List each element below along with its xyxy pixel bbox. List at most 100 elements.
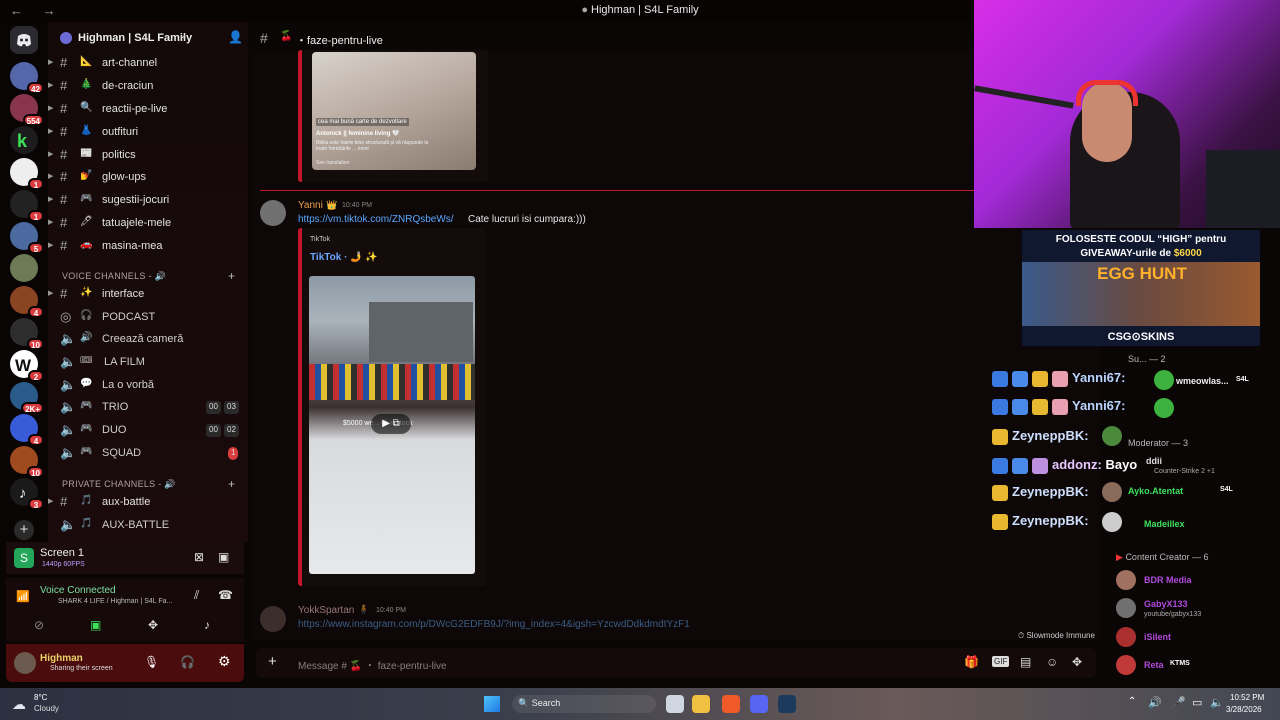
channel-de-craciun[interactable]: ▶ # 🎄 de-craciun — [48, 76, 248, 98]
server-icon[interactable]: 10 — [10, 446, 44, 478]
channel-sugestii-jocuri[interactable]: ▶ # 🎮 sugestii-jocuri — [48, 190, 248, 212]
weather-desc[interactable]: Cloudy — [34, 704, 59, 713]
channel-squad[interactable]: 🔈 🎮 SQUAD 1 — [48, 443, 248, 465]
message-composer[interactable]: + Message # 🍒 ・ faze-pentru-live 🎁 GIF ▤… — [256, 648, 1096, 678]
embed-title[interactable]: TikTok · 🤳 ✨ — [310, 252, 378, 263]
mic-tray-icon[interactable]: 🎤 — [1172, 696, 1186, 709]
file-explorer-icon[interactable] — [692, 695, 710, 713]
channel-politics[interactable]: ▶ # 📰 politics — [48, 145, 248, 167]
message-author[interactable]: YokkSpartan — [298, 605, 354, 616]
stop-stream-icon[interactable]: ⊠ — [194, 550, 204, 564]
microphone-icon[interactable]: 🎙 — [144, 655, 159, 669]
server-icon[interactable]: 5 — [10, 222, 44, 254]
server-icon[interactable] — [10, 254, 38, 282]
voice-status[interactable]: Voice Connected — [40, 585, 116, 596]
message-link[interactable]: https://vm.tiktok.com/ZNRQsbeWs/ — [298, 214, 454, 225]
server-icon[interactable]: W2 — [10, 350, 44, 382]
avatar[interactable] — [1102, 426, 1122, 446]
clock-time[interactable]: 10:52 PM — [1230, 693, 1264, 702]
category-voice-channels[interactable]: VOICE CHANNELS - 🔊 + — [62, 269, 235, 283]
member-name[interactable]: Ayko.Atentat — [1128, 486, 1183, 496]
channel-outfituri[interactable]: ▶ # 👗 outfituri — [48, 122, 248, 144]
play-icon[interactable]: ▶ ⧉ — [371, 414, 411, 434]
avatar[interactable] — [1116, 627, 1136, 647]
message-author[interactable]: Yanni — [298, 200, 323, 211]
server-icon[interactable]: 4 — [10, 286, 44, 318]
soundboard-icon[interactable]: ♪ — [204, 618, 210, 632]
noise-suppression-icon[interactable]: ⫽ — [194, 588, 199, 603]
channel-reactii-pe-live[interactable]: ▶ # 🔍 reactii-pe-live — [48, 99, 248, 121]
discord-home-icon[interactable] — [10, 26, 38, 54]
gift-icon[interactable]: 🎁 — [964, 655, 979, 669]
add-channel-icon[interactable]: + — [228, 269, 235, 283]
channel-creeaza-camera[interactable]: 🔈 🔊 Creează cameră — [48, 329, 248, 351]
voice-location[interactable]: SHARK 4 LIFE / Highman | S4L Fa... — [58, 598, 172, 605]
member-name[interactable]: ddii — [1146, 456, 1162, 466]
server-icon[interactable]: k — [10, 126, 38, 154]
channel-la-o-vorba[interactable]: 🔈 💬 La o vorbă — [48, 375, 248, 397]
channel-masina-mea[interactable]: ▶ # 🚗 masina-mea — [48, 236, 248, 258]
channel-podcast[interactable]: ◎ 🎧 PODCAST — [48, 307, 248, 329]
server-icon[interactable]: ♪ 3 — [10, 478, 44, 510]
headphones-icon[interactable]: 🎧 — [180, 655, 195, 669]
server-icon[interactable]: 1 — [10, 190, 44, 222]
search-box[interactable]: 🔍 Search — [512, 695, 656, 713]
server-icon[interactable]: 1 — [10, 158, 44, 190]
avatar[interactable] — [1102, 512, 1122, 532]
windows-start-icon[interactable] — [484, 696, 500, 712]
add-channel-icon[interactable]: + — [228, 477, 235, 491]
member-name[interactable]: BDR Media — [1144, 575, 1192, 585]
server-icon[interactable]: 10 — [10, 318, 44, 350]
brave-browser-icon[interactable] — [722, 695, 740, 713]
screen-share-button-icon[interactable]: ▣ — [90, 618, 101, 632]
server-icon[interactable]: 4 — [10, 414, 44, 446]
clock-date[interactable]: 3/28/2026 — [1226, 705, 1262, 714]
channel-glow-ups[interactable]: ▶ # 💅 glow-ups — [48, 167, 248, 189]
gear-icon[interactable]: ⚙ — [218, 653, 231, 670]
add-server-icon[interactable]: + — [14, 520, 34, 540]
channel-aux-battle[interactable]: ▶ # 🎵 aux-battle — [48, 492, 248, 514]
weather-temp[interactable]: 8°C — [34, 693, 47, 702]
steam-icon[interactable] — [778, 695, 796, 713]
stream-settings-icon[interactable]: ▣ — [218, 550, 229, 564]
speaker-tray-icon[interactable]: 🔈 — [1210, 696, 1224, 709]
channel-aux-battle-voice[interactable]: 🔈 🎵 AUX-BATTLE — [48, 515, 248, 537]
member-name[interactable]: Reta — [1144, 660, 1164, 670]
server-icon[interactable]: 42 — [10, 62, 44, 94]
channel-trio[interactable]: 🔈 🎮 TRIO 00 03 — [48, 397, 248, 419]
avatar[interactable] — [1154, 398, 1174, 418]
attach-plus-icon[interactable]: + — [268, 653, 277, 670]
disconnect-icon[interactable]: ☎ — [218, 588, 233, 602]
tray-chevron-icon[interactable]: ⌃ — [1128, 696, 1136, 707]
volume-icon[interactable]: 🔊 — [1148, 696, 1162, 709]
network-icon[interactable]: ▭ — [1192, 696, 1202, 709]
server-icon[interactable]: 554 — [10, 94, 44, 126]
channel-la-film[interactable]: 🔈 🎟 LA FILM — [48, 352, 248, 374]
avatar[interactable] — [260, 606, 286, 632]
avatar[interactable] — [1116, 655, 1136, 675]
discord-app-icon[interactable] — [750, 695, 768, 713]
task-view-icon[interactable] — [666, 695, 684, 713]
member-name[interactable]: wmeowlas... — [1176, 376, 1229, 386]
avatar[interactable] — [1116, 570, 1136, 590]
channel-tatuajele-mele[interactable]: ▶ # 🖊 tatuajele-mele — [48, 213, 248, 235]
server-icon[interactable]: 2K+ — [10, 382, 44, 414]
guild-header[interactable]: Highman | S4L Family ⌄ 👤 — [48, 26, 248, 50]
add-member-icon[interactable]: 👤 — [228, 30, 243, 44]
member-name[interactable]: iSilent — [1144, 632, 1171, 642]
activities-icon[interactable]: ✥ — [148, 618, 158, 632]
channel-interface[interactable]: ▶ # ✨ interface — [48, 284, 248, 306]
message-input[interactable]: Message # 🍒 ・ faze-pentru-live — [298, 657, 447, 672]
member-name[interactable]: GabyX133 — [1144, 599, 1188, 609]
avatar[interactable] — [1116, 598, 1136, 618]
channel-duo[interactable]: 🔈 🎮 DUO 00 02 — [48, 420, 248, 442]
member-name[interactable]: Madeillex — [1144, 519, 1185, 529]
message-link[interactable]: https://www.instagram.com/p/DWcG2EDFB9J/… — [298, 619, 690, 630]
avatar[interactable] — [14, 652, 36, 674]
category-private-channels[interactable]: PRIVATE CHANNELS - 🔊 + — [62, 477, 235, 491]
video-thumbnail[interactable]: $5000 we... ck restock ▶ ⧉ — [309, 276, 475, 574]
avatar[interactable] — [1102, 482, 1122, 502]
channel-art-channel[interactable]: ▶ # 📐 art-channel — [48, 53, 248, 75]
avatar[interactable] — [260, 200, 286, 226]
avatar[interactable] — [1154, 370, 1174, 390]
